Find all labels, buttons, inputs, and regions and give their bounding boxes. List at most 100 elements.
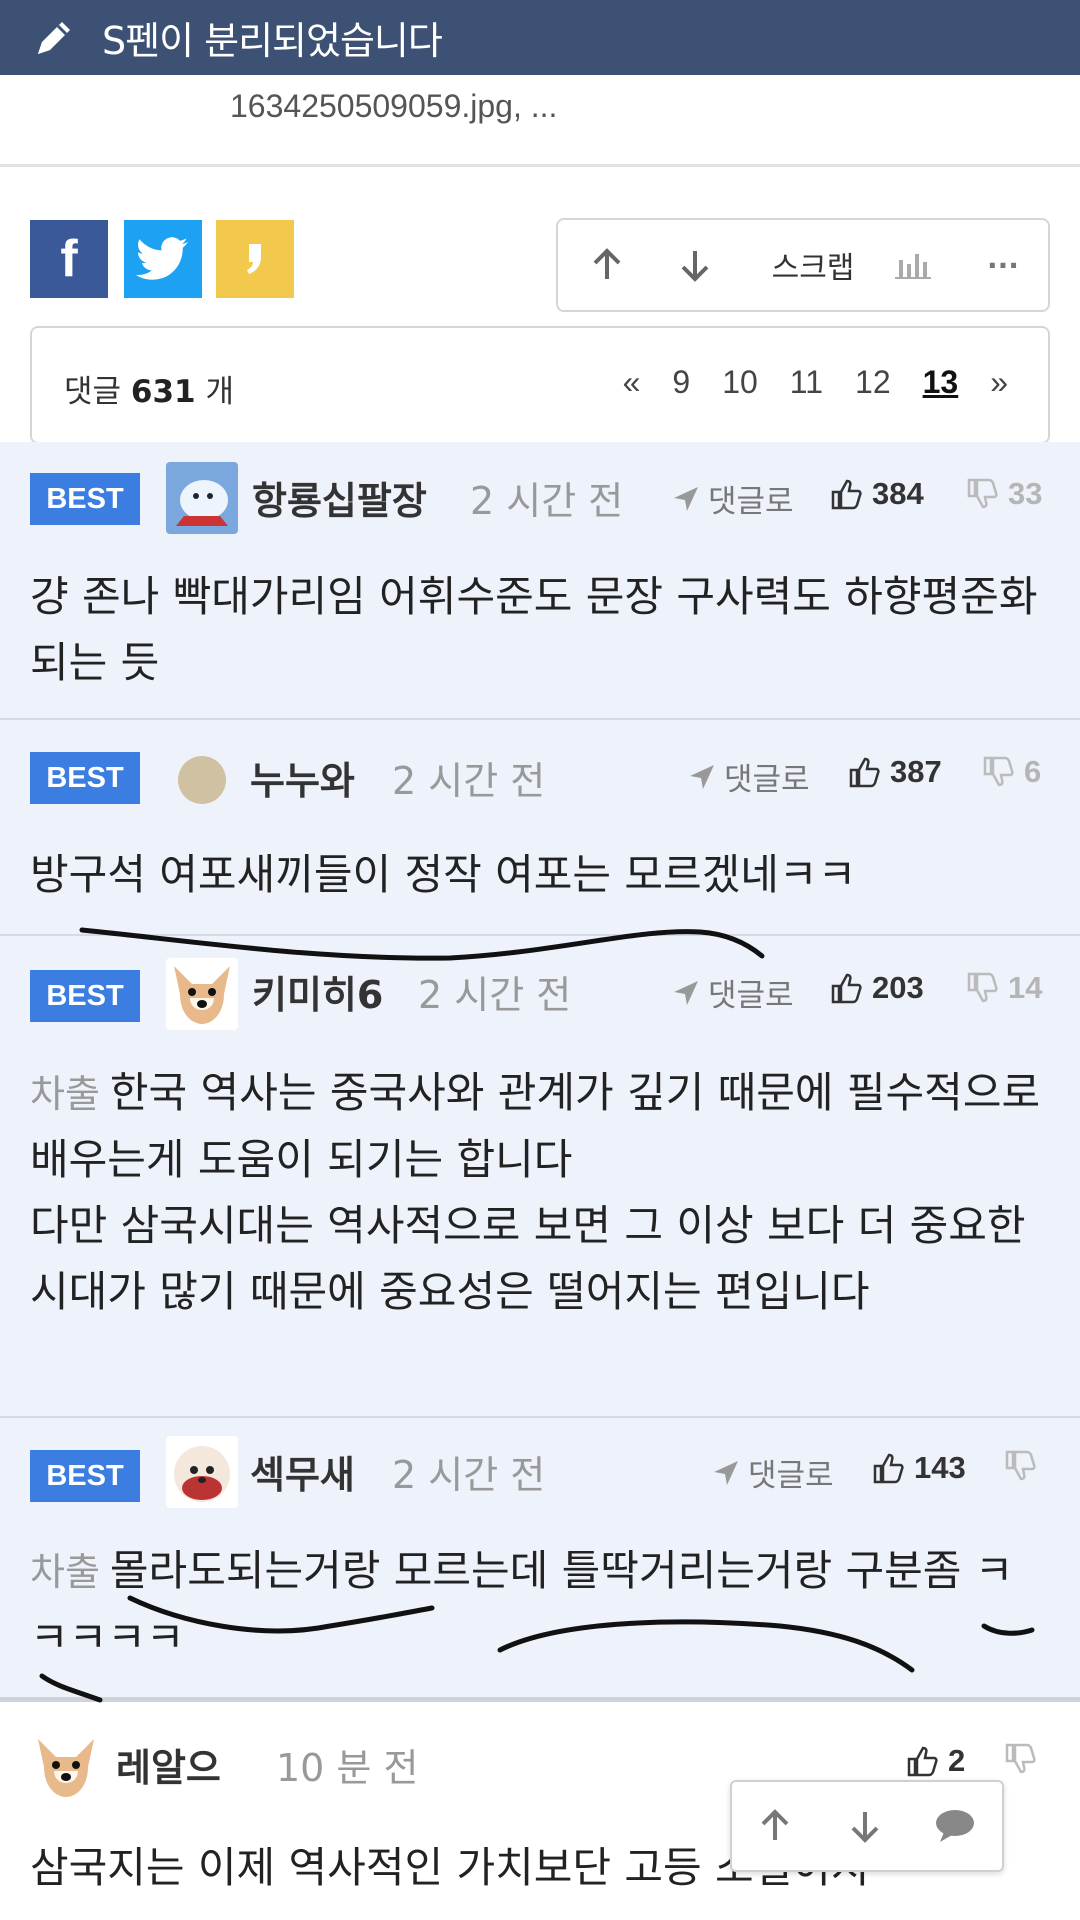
comment-button[interactable] [920,1782,990,1870]
comment-time: 2 시간 전 [470,479,624,523]
comment-prefix: 차출 [30,1550,100,1594]
post-action-bar: 스크랩 ··· [556,218,1050,312]
like-count: 203 [872,970,924,1005]
pager-next-button[interactable]: » [990,364,1008,401]
comment-author[interactable]: 키미히6 [252,964,383,1019]
dislike-button[interactable]: 14 [966,970,1042,1006]
arrow-down-icon [681,251,709,282]
reply-button[interactable]: 댓글로 [688,754,810,799]
avatar[interactable] [166,958,238,1030]
comment-count-bar: 댓글 631 개 « 9 10 11 12 13 » [30,326,1050,444]
arrow-down-icon [851,1812,879,1843]
reply-button[interactable]: 댓글로 [712,1450,834,1495]
comment-time: 2 시간 전 [392,1453,546,1497]
send-icon [714,1460,738,1485]
like-button[interactable]: 2 [906,1743,965,1779]
reply-label: 댓글로 [708,978,794,1014]
like-button[interactable]: 203 [830,970,924,1006]
comment-prefix: 차출 [30,1072,100,1116]
reply-button[interactable]: 댓글로 [672,970,794,1015]
like-button[interactable]: 387 [848,754,942,790]
divider [0,164,1080,167]
comment-author[interactable]: 섹무새 [250,1444,355,1499]
scroll-bottom-button[interactable] [830,1782,900,1870]
thumbs-down-icon [1005,1450,1036,1481]
comment-text: 걍 존나 빡대가리임 어휘수준도 문장 구사력도 하향평준화되는 듯 [30,572,1038,687]
comment-count: 댓글 631 개 [64,366,234,411]
attachment-link[interactable]: 1634250509059.jpg, ... [230,88,557,125]
thumbs-up-icon [873,1453,904,1484]
avatar[interactable] [166,462,238,534]
dislike-count: 33 [1008,476,1043,511]
more-button[interactable]: ··· [978,220,1028,310]
arrow-up-icon [761,1809,789,1840]
dislike-button[interactable] [1004,1743,1046,1775]
thumbs-down-icon [1005,1743,1036,1774]
thumbs-down-icon [967,478,998,509]
notification-bar: S펜이 분리되었습니다 [0,0,1080,75]
comment-item: BEST 키미히6 2 시간 전 댓글로 203 14 차출 한국 역사는 중국사… [0,936,1080,1418]
comment-text-line2: 다만 삼국시대는 역사적으로 보면 그 이상 보다 더 중요한 시대가 많기 때… [30,1201,1026,1316]
scroll-top-button[interactable] [740,1782,810,1870]
best-badge: BEST [30,970,140,1022]
comment-count-unit: 개 [205,374,235,410]
comment-item: BEST 섹무새 2 시간 전 댓글로 143 차출 몰라도되는거랑 모르는데 틀… [0,1418,1080,1702]
notification-title: S펜이 분리되었습니다 [102,19,443,63]
reply-label: 댓글로 [748,1458,834,1494]
comment-item: BEST 누누와 2 시간 전 댓글로 387 6 방구석 여포새끼들이 정작 … [0,720,1080,936]
dislike-button[interactable]: 6 [982,754,1041,790]
reply-button[interactable]: 댓글로 [672,476,794,521]
arrow-up-icon [593,248,621,279]
comment-count-label: 댓글 [64,374,122,410]
scrap-button[interactable]: 스크랩 [758,220,868,310]
send-icon [690,764,714,789]
pager-page-11[interactable]: 11 [790,364,823,401]
like-count: 2 [948,1743,966,1778]
like-count: 387 [890,754,942,789]
comment-text-line1: 한국 역사는 중국사와 관계가 깊기 때문에 필수적으로 배우는게 도움이 되기… [30,1068,1041,1184]
thumbs-up-icon [907,1746,938,1777]
twitter-share-button[interactable] [124,220,202,298]
downvote-button[interactable] [670,220,720,310]
dislike-button[interactable] [1004,1450,1046,1482]
facebook-share-button[interactable]: f [30,220,108,298]
comment-item: BEST 항룡십팔장 2 시간 전 댓글로 384 33 걍 존나 빡대가리임 … [0,442,1080,720]
kakao-share-button[interactable] [216,220,294,298]
avatar[interactable] [30,1731,102,1803]
avatar[interactable] [178,756,226,804]
pager-page-9[interactable]: 9 [672,364,690,401]
upvote-button[interactable] [582,220,632,310]
pager-prev-button[interactable]: « [623,364,641,401]
thumbs-down-icon [983,756,1014,787]
pager-page-12[interactable]: 12 [855,364,891,401]
facebook-icon: f [60,230,78,288]
like-button[interactable]: 384 [830,476,924,512]
pager-page-10[interactable]: 10 [722,364,758,401]
like-button[interactable]: 143 [872,1450,966,1486]
pagination: « 9 10 11 12 13 » [591,364,1008,401]
send-icon [674,980,698,1005]
thumbs-up-icon [831,973,862,1004]
best-badge: BEST [30,473,140,525]
thumbs-down-icon [967,972,998,1003]
bar-chart-icon [895,254,931,279]
avatar[interactable] [166,1436,238,1508]
thumbs-up-icon [849,757,880,788]
comment-time: 2 시간 전 [418,973,572,1017]
dislike-count: 14 [1008,970,1043,1005]
stats-button[interactable] [888,220,938,310]
comment-text: 차출 몰라도되는거랑 모르는데 틀딱거리는거랑 구분좀 ㅋㅋㅋㅋㅋ [30,1538,1050,1671]
dislike-button[interactable]: 33 [966,476,1042,512]
speech-bubble-icon [936,1810,974,1842]
comment-author[interactable]: 레알으 [116,1737,221,1792]
comment-author[interactable]: 누누와 [250,750,355,805]
pager-page-current[interactable]: 13 [923,364,959,401]
like-count: 384 [872,476,924,511]
comment-count-number: 631 [130,374,196,410]
comment-time: 10 분 전 [276,1746,419,1790]
best-badge: BEST [30,1450,140,1502]
reply-label: 댓글로 [724,762,810,798]
comment-time: 2 시간 전 [392,759,546,803]
comment-author[interactable]: 항룡십팔장 [252,470,427,525]
floating-nav-bar [730,1780,1004,1872]
